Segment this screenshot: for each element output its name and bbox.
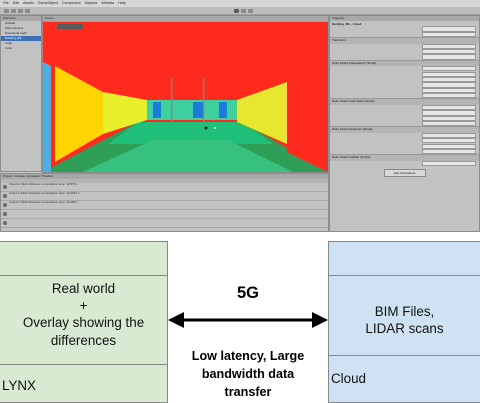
- link-note: Low latency, Large bandwidth data transf…: [172, 347, 324, 401]
- double-arrow-icon: [168, 312, 328, 328]
- link-note-line: transfer: [224, 385, 272, 399]
- link-note-line: bandwidth data: [201, 367, 295, 381]
- link-note-line: Low latency, Large: [191, 349, 305, 363]
